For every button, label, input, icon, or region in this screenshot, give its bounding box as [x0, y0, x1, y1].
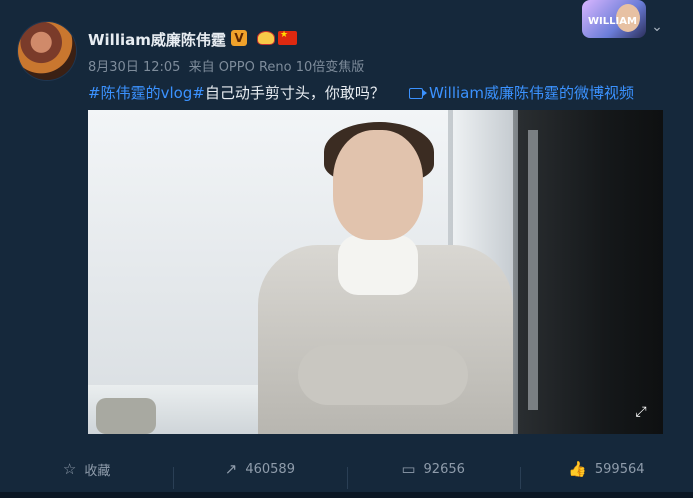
post-meta: 8月30日 12:05 来自 OPPO Reno 10倍变焦版	[88, 56, 368, 75]
decorative-sticker: WILLIAM	[582, 0, 646, 38]
china-flag-icon	[278, 30, 297, 45]
chevron-down-icon[interactable]: ⌄	[649, 19, 665, 35]
video-bg-door	[518, 110, 663, 434]
post-text: #陈伟霆的vlog#自己动手剪寸头，你敢吗？	[88, 82, 385, 103]
author-name[interactable]: William威廉陈伟霆	[88, 29, 226, 50]
comment-icon: ▭	[401, 460, 416, 478]
sticker-text: WILLIAM	[588, 16, 637, 27]
repost-button[interactable]: ↗ 460589	[173, 460, 346, 489]
post-date[interactable]: 8月30日 12:05	[88, 60, 180, 75]
post-body: 自己动手剪寸头，你敢吗？	[204, 84, 385, 102]
author-avatar[interactable]	[18, 22, 76, 80]
crown-badge-icon	[257, 31, 275, 45]
video-camera-icon	[409, 88, 427, 99]
video-person-collar	[338, 235, 418, 295]
comment-count: 92656	[423, 461, 465, 477]
post-source: 来自 OPPO Reno 10倍变焦版	[188, 60, 365, 75]
favorite-label: 收藏	[84, 463, 111, 479]
like-count: 599564	[594, 461, 645, 477]
video-link-label[interactable]: William威廉陈伟霆的微博视频	[429, 84, 634, 102]
video-bg-items	[96, 398, 156, 434]
star-icon: ☆	[62, 460, 77, 478]
footer-bar	[0, 492, 693, 498]
hashtag-link[interactable]: #陈伟霆的vlog#	[88, 84, 205, 102]
video-person-arms	[298, 345, 468, 405]
video-player[interactable]: ⤢	[88, 110, 663, 434]
like-button[interactable]: 👍 599564	[519, 460, 693, 489]
video-bg-doorframe	[528, 130, 538, 410]
favorite-button[interactable]: ☆ 收藏	[0, 460, 173, 479]
video-person-face	[333, 130, 423, 240]
video-link[interactable]: William威廉陈伟霆的微博视频	[409, 82, 634, 103]
fullscreen-icon[interactable]: ⤢	[633, 404, 649, 420]
repost-count: 460589	[245, 461, 295, 477]
repost-icon: ↗	[224, 460, 238, 478]
thumb-up-icon: 👍	[568, 460, 587, 478]
post-actions: ☆ 收藏 ↗ 460589 ▭ 92656 👍 599564	[0, 448, 693, 490]
verified-v-badge: V	[231, 30, 247, 46]
comment-button[interactable]: ▭ 92656	[346, 460, 520, 489]
weibo-post-card: William威廉陈伟霆 V 8月30日 12:05 来自 OPPO Reno …	[0, 0, 693, 498]
